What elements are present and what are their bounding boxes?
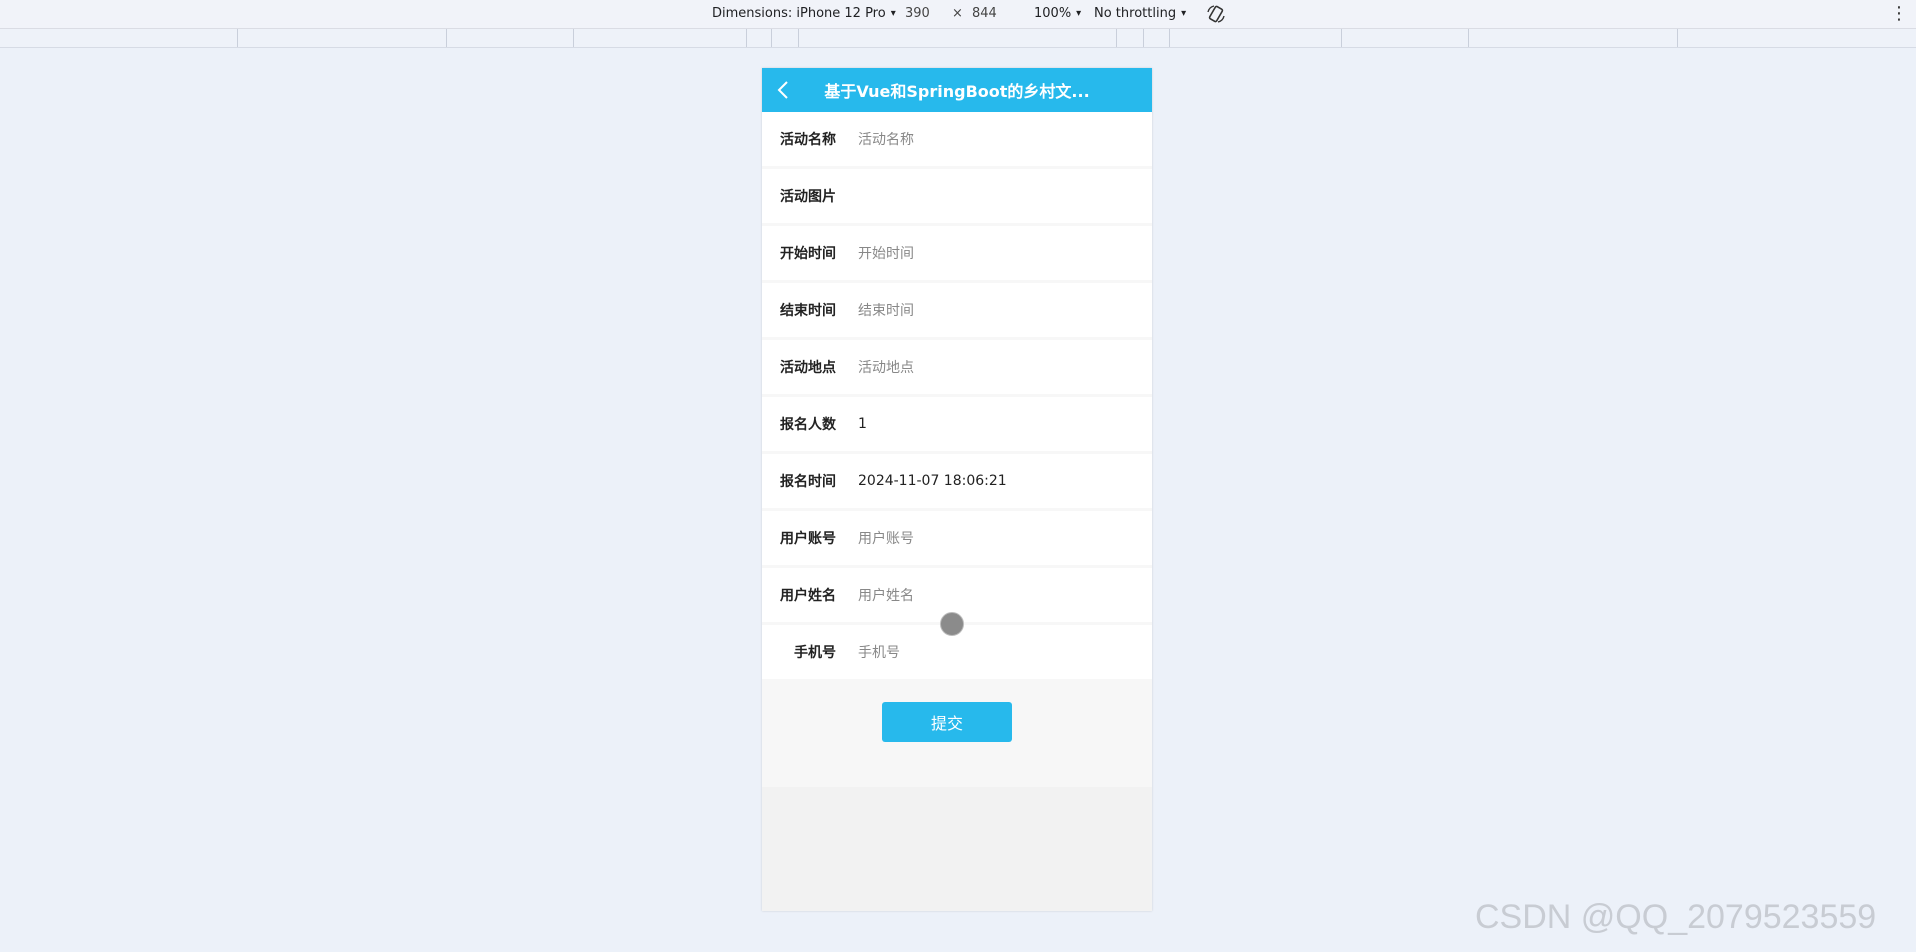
phone-input[interactable]: 手机号 — [858, 642, 900, 662]
watermark: CSDN @QQ_2079523559 — [1475, 898, 1877, 936]
device-select[interactable]: Dimensions: iPhone 12 Pro ▾ — [712, 6, 896, 21]
chevron-down-icon: ▾ — [890, 8, 896, 19]
start-time-input[interactable]: 开始时间 — [858, 243, 914, 263]
throttling-label: No throttling — [1094, 6, 1177, 21]
rotate-icon[interactable] — [1205, 3, 1227, 25]
end-time-input[interactable]: 结束时间 — [858, 300, 914, 320]
zoom-label: 100% — [1034, 6, 1072, 21]
field-label: 活动地点 — [780, 360, 836, 376]
chevron-down-icon: ▾ — [1076, 8, 1082, 19]
signup-count-input[interactable]: 1 — [858, 416, 867, 432]
form-row-user-account[interactable]: 用户账号 用户账号 — [762, 511, 1152, 565]
field-label: 活动名称 — [780, 132, 836, 148]
field-label: 开始时间 — [780, 246, 836, 262]
activity-name-input[interactable]: 活动名称 — [858, 129, 914, 149]
more-options-icon[interactable]: ⋮ — [1890, 4, 1908, 24]
touch-cursor-indicator — [940, 612, 964, 636]
times-sign: × — [952, 6, 963, 21]
throttling-select[interactable]: No throttling ▾ — [1094, 6, 1186, 21]
user-name-input[interactable]: 用户姓名 — [858, 585, 914, 605]
submit-button[interactable]: 提交 — [882, 702, 1012, 742]
form-row-start-time[interactable]: 开始时间 开始时间 — [762, 226, 1152, 280]
signup-time-input[interactable]: 2024-11-07 18:06:21 — [858, 473, 1007, 489]
devtools-device-toolbar: Dimensions: iPhone 12 Pro ▾ 390 × 844 10… — [0, 0, 1916, 29]
field-label: 报名人数 — [780, 417, 836, 433]
field-label: 手机号 — [794, 645, 836, 661]
submit-area: 提交 — [762, 682, 1152, 787]
mobile-viewport: 基于Vue和SpringBoot的乡村文... 活动名称 活动名称 活动图片 开… — [762, 68, 1152, 911]
field-label: 报名时间 — [780, 474, 836, 490]
form-row-location[interactable]: 活动地点 活动地点 — [762, 340, 1152, 394]
form-row-end-time[interactable]: 结束时间 结束时间 — [762, 283, 1152, 337]
user-account-input[interactable]: 用户账号 — [858, 528, 914, 548]
location-input[interactable]: 活动地点 — [858, 357, 914, 377]
form-row-activity-name[interactable]: 活动名称 活动名称 — [762, 112, 1152, 166]
form-row-signup-time[interactable]: 报名时间 2024-11-07 18:06:21 — [762, 454, 1152, 508]
device-label: Dimensions: iPhone 12 Pro — [712, 6, 886, 21]
field-label: 活动图片 — [780, 189, 836, 205]
form-row-activity-image[interactable]: 活动图片 — [762, 169, 1152, 223]
media-query-ruler — [0, 29, 1916, 48]
signup-form: 活动名称 活动名称 活动图片 开始时间 开始时间 结束时间 结束时间 活动地点 … — [762, 112, 1152, 787]
app-header: 基于Vue和SpringBoot的乡村文... — [762, 68, 1152, 112]
form-row-signup-count[interactable]: 报名人数 1 — [762, 397, 1152, 451]
chevron-down-icon: ▾ — [1181, 8, 1187, 19]
back-arrow-icon[interactable] — [772, 78, 796, 102]
field-label: 结束时间 — [780, 303, 836, 319]
width-input[interactable]: 390 — [905, 6, 930, 21]
height-input[interactable]: 844 — [972, 6, 997, 21]
field-label: 用户姓名 — [780, 588, 836, 604]
field-label: 用户账号 — [780, 531, 836, 547]
zoom-select[interactable]: 100% ▾ — [1034, 6, 1081, 21]
page-title: 基于Vue和SpringBoot的乡村文... — [824, 82, 1090, 101]
